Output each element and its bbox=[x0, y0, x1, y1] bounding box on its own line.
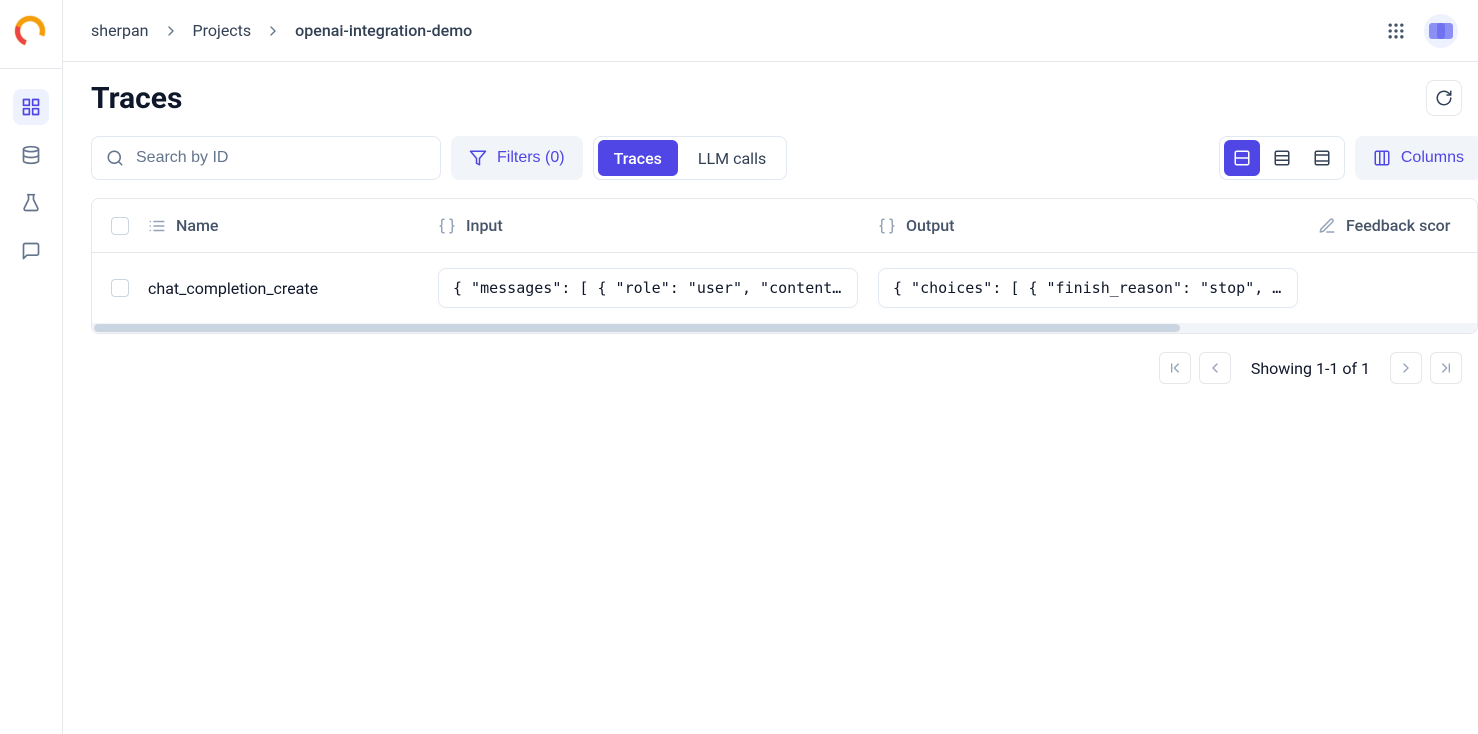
pencil-icon bbox=[1318, 217, 1336, 235]
filter-icon bbox=[469, 149, 487, 167]
col-name: Name bbox=[176, 216, 218, 235]
columns-button[interactable]: Columns bbox=[1355, 136, 1478, 180]
view-segment: Traces LLM calls bbox=[593, 136, 788, 180]
page-title: Traces bbox=[91, 81, 182, 116]
top-header: sherpan Projects openai-integration-demo bbox=[63, 0, 1478, 62]
rail-separator bbox=[0, 68, 62, 69]
breadcrumb-section[interactable]: Projects bbox=[193, 21, 252, 40]
density-group bbox=[1219, 136, 1345, 180]
table-row[interactable]: chat_completion_create { "messages": [ {… bbox=[92, 253, 1477, 323]
row-name: chat_completion_create bbox=[148, 279, 318, 298]
row-checkbox[interactable] bbox=[111, 279, 129, 297]
columns-label: Columns bbox=[1401, 149, 1464, 167]
rows-large-icon bbox=[1233, 149, 1251, 167]
chevron-right-icon bbox=[1398, 360, 1414, 376]
nav-dashboard[interactable] bbox=[13, 89, 49, 125]
nav-feedback[interactable] bbox=[13, 233, 49, 269]
message-icon bbox=[21, 241, 41, 261]
col-input: Input bbox=[466, 216, 503, 235]
flask-icon bbox=[21, 193, 41, 213]
nav-datasets[interactable] bbox=[13, 137, 49, 173]
refresh-icon bbox=[1435, 89, 1453, 107]
filters-button[interactable]: Filters (0) bbox=[451, 136, 583, 180]
segment-traces[interactable]: Traces bbox=[598, 140, 678, 176]
page-next-button[interactable] bbox=[1390, 352, 1422, 384]
braces-icon bbox=[438, 217, 456, 235]
pagination-status: Showing 1-1 of 1 bbox=[1243, 359, 1378, 378]
row-output-value[interactable]: { "choices": [ { "finish_reason": "stop"… bbox=[878, 268, 1298, 308]
search-icon bbox=[106, 149, 124, 167]
list-icon bbox=[148, 217, 166, 235]
refresh-button[interactable] bbox=[1426, 80, 1462, 116]
chevron-right-icon bbox=[265, 23, 281, 39]
user-avatar[interactable] bbox=[1424, 14, 1458, 48]
segment-llm-calls[interactable]: LLM calls bbox=[682, 140, 782, 176]
rows-medium-icon bbox=[1273, 149, 1291, 167]
apps-grid-icon bbox=[1386, 21, 1406, 41]
traces-table: Name Input Output Feedback scor bbox=[91, 198, 1478, 334]
chevron-left-icon bbox=[1207, 360, 1223, 376]
breadcrumb: sherpan Projects openai-integration-demo bbox=[91, 21, 472, 40]
braces-icon bbox=[878, 217, 896, 235]
table-header-row: Name Input Output Feedback scor bbox=[92, 199, 1477, 253]
col-output: Output bbox=[906, 216, 954, 235]
page-first-button[interactable] bbox=[1159, 352, 1191, 384]
density-small[interactable] bbox=[1304, 140, 1340, 176]
nav-experiments[interactable] bbox=[13, 185, 49, 221]
search-input[interactable] bbox=[134, 148, 426, 168]
col-feedback: Feedback scor bbox=[1346, 216, 1450, 235]
density-large[interactable] bbox=[1224, 140, 1260, 176]
density-medium[interactable] bbox=[1264, 140, 1300, 176]
grid-icon bbox=[21, 97, 41, 117]
toolbar: Filters (0) Traces LLM calls bbox=[91, 136, 1478, 180]
chevron-last-icon bbox=[1438, 360, 1454, 376]
breadcrumb-org[interactable]: sherpan bbox=[91, 21, 149, 40]
rows-small-icon bbox=[1313, 149, 1331, 167]
chevron-right-icon bbox=[163, 23, 179, 39]
app-logo[interactable] bbox=[15, 16, 47, 48]
horizontal-scrollbar[interactable] bbox=[92, 323, 1477, 333]
page-last-button[interactable] bbox=[1430, 352, 1462, 384]
scroll-thumb[interactable] bbox=[94, 324, 1180, 332]
search-box[interactable] bbox=[91, 136, 441, 180]
breadcrumb-project[interactable]: openai-integration-demo bbox=[295, 21, 472, 40]
filters-label: Filters (0) bbox=[497, 149, 565, 167]
page-prev-button[interactable] bbox=[1199, 352, 1231, 384]
side-rail bbox=[0, 0, 63, 734]
row-input-value[interactable]: { "messages": [ { "role": "user", "conte… bbox=[438, 268, 858, 308]
columns-icon bbox=[1373, 149, 1391, 167]
apps-menu-button[interactable] bbox=[1384, 19, 1408, 43]
chevron-first-icon bbox=[1167, 360, 1183, 376]
database-icon bbox=[21, 145, 41, 165]
select-all-checkbox[interactable] bbox=[111, 217, 129, 235]
pagination: Showing 1-1 of 1 bbox=[91, 352, 1478, 384]
